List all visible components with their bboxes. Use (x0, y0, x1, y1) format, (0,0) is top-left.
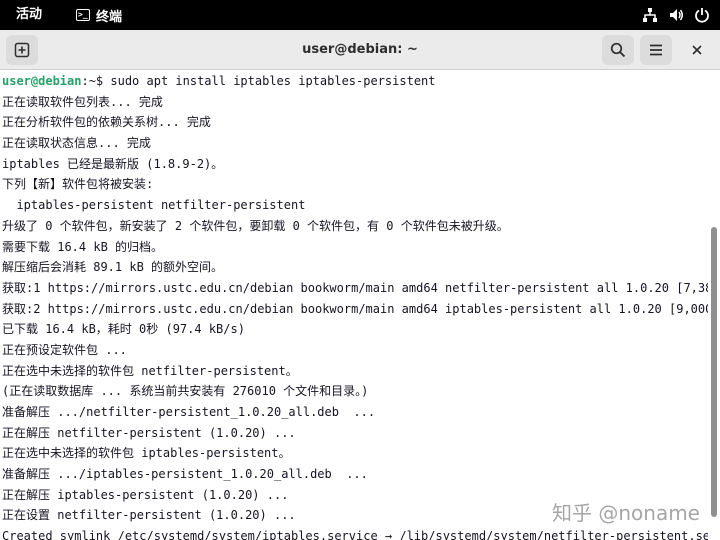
terminal-line: 正在预设定软件包 ... (2, 342, 127, 357)
prompt-user: user@debian (2, 74, 82, 88)
top-bar: 活动 >_ 终端 (0, 0, 720, 30)
terminal-line: 正在读取软件包列表... 完成 (2, 94, 163, 109)
terminal-line: 正在分析软件包的依赖关系树... 完成 (2, 115, 211, 130)
terminal-line: 正在解压 netfilter-persistent (1.0.20) ... (2, 425, 296, 440)
terminal-line: 正在选中未选择的软件包 iptables-persistent。 (2, 446, 291, 461)
terminal-line: 准备解压 .../iptables-persistent_1.0.20_all.… (2, 467, 368, 482)
close-button[interactable] (682, 35, 712, 65)
terminal-line: iptables 已经是最新版 (1.8.9-2)。 (2, 156, 224, 171)
app-menu[interactable]: >_ 终端 (76, 0, 122, 30)
terminal-line: 获取:2 https://mirrors.ustc.edu.cn/debian … (2, 301, 708, 316)
terminal-line: 正在选中未选择的软件包 netfilter-persistent。 (2, 363, 298, 378)
window-header-bar: user@debian: ~ (0, 30, 720, 70)
power-icon (695, 8, 709, 23)
scrollbar-thumb[interactable] (711, 227, 717, 517)
prompt-line: user@debian:~$ sudo apt install iptables… (0, 71, 708, 92)
terminal-line: 正在读取状态信息... 完成 (2, 136, 151, 151)
new-tab-button[interactable] (6, 35, 38, 65)
new-tab-icon (14, 42, 30, 58)
app-menu-label: 终端 (96, 9, 123, 25)
system-tray[interactable] (642, 0, 710, 30)
volume-icon (670, 9, 683, 21)
hamburger-menu-icon (650, 44, 662, 56)
search-button[interactable] (602, 35, 634, 65)
terminal-scrollbar[interactable] (708, 71, 720, 540)
network-icon (643, 8, 657, 22)
close-icon (692, 45, 702, 55)
search-icon (610, 42, 626, 58)
terminal-line: iptables-persistent netfilter-persistent (2, 198, 306, 213)
terminal-line: Created symlink /etc/systemd/system/ipta… (2, 529, 708, 540)
terminal-line: 解压缩后会消耗 89.1 kB 的额外空间。 (2, 260, 224, 275)
terminal-line: (正在读取数据库 ... 系统当前共安装有 276010 个文件和目录。) (2, 384, 369, 399)
terminal-app-icon: >_ (76, 9, 90, 21)
terminal-output[interactable]: user@debian:~$ sudo apt install iptables… (0, 71, 708, 540)
terminal-line: 升级了 0 个软件包，新安装了 2 个软件包，要卸载 0 个软件包，有 0 个软… (2, 218, 509, 233)
activities-button[interactable]: 活动 (16, 0, 42, 30)
terminal-line: 已下载 16.4 kB，耗时 0秒 (97.4 kB/s) (2, 322, 245, 337)
hamburger-menu-button[interactable] (640, 35, 672, 65)
prompt-command: :~$ sudo apt install iptables iptables-p… (81, 74, 436, 88)
terminal-line: 需要下载 16.4 kB 的归档。 (2, 239, 164, 254)
terminal-line: 准备解压 .../netfilter-persistent_1.0.20_all… (2, 405, 376, 419)
terminal-line: 获取:1 https://mirrors.ustc.edu.cn/debian … (2, 280, 708, 295)
terminal-line: 下列【新】软件包将被安装: (2, 177, 154, 192)
watermark: 知乎 @noname (552, 501, 700, 525)
